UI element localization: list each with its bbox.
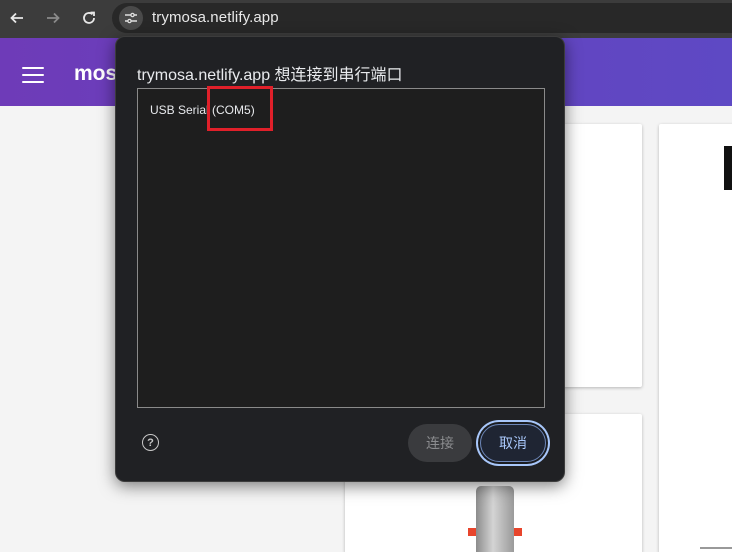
help-icon[interactable]: ? bbox=[142, 434, 159, 451]
site-info-button[interactable] bbox=[119, 6, 143, 30]
url-text[interactable]: trymosa.netlify.app bbox=[152, 9, 279, 26]
tune-icon bbox=[125, 12, 137, 24]
motor-image bbox=[476, 486, 514, 552]
forward-button[interactable] bbox=[42, 7, 64, 29]
menu-icon[interactable] bbox=[22, 67, 44, 83]
content-card bbox=[659, 124, 732, 552]
partial-heading bbox=[724, 146, 732, 190]
cancel-button[interactable]: 取消 bbox=[480, 424, 546, 462]
motor-tab-left bbox=[468, 528, 476, 536]
divider bbox=[700, 547, 732, 549]
arrow-right-icon bbox=[47, 12, 60, 24]
port-item[interactable]: USB Serial (COM5) bbox=[150, 103, 255, 117]
app-title: mos bbox=[74, 62, 118, 85]
browser-toolbar: trymosa.netlify.app bbox=[0, 0, 732, 38]
arrow-left-icon bbox=[10, 12, 23, 24]
connect-button[interactable]: 连接 bbox=[408, 424, 472, 462]
serial-port-dialog: trymosa.netlify.app 想连接到串行端口 USB Serial … bbox=[115, 36, 565, 482]
back-button[interactable] bbox=[6, 7, 28, 29]
port-list[interactable]: USB Serial (COM5) bbox=[137, 88, 545, 408]
reload-icon bbox=[83, 11, 95, 24]
reload-button[interactable] bbox=[78, 7, 100, 29]
motor-tab-right bbox=[514, 528, 522, 536]
dialog-title: trymosa.netlify.app 想连接到串行端口 bbox=[137, 67, 403, 84]
